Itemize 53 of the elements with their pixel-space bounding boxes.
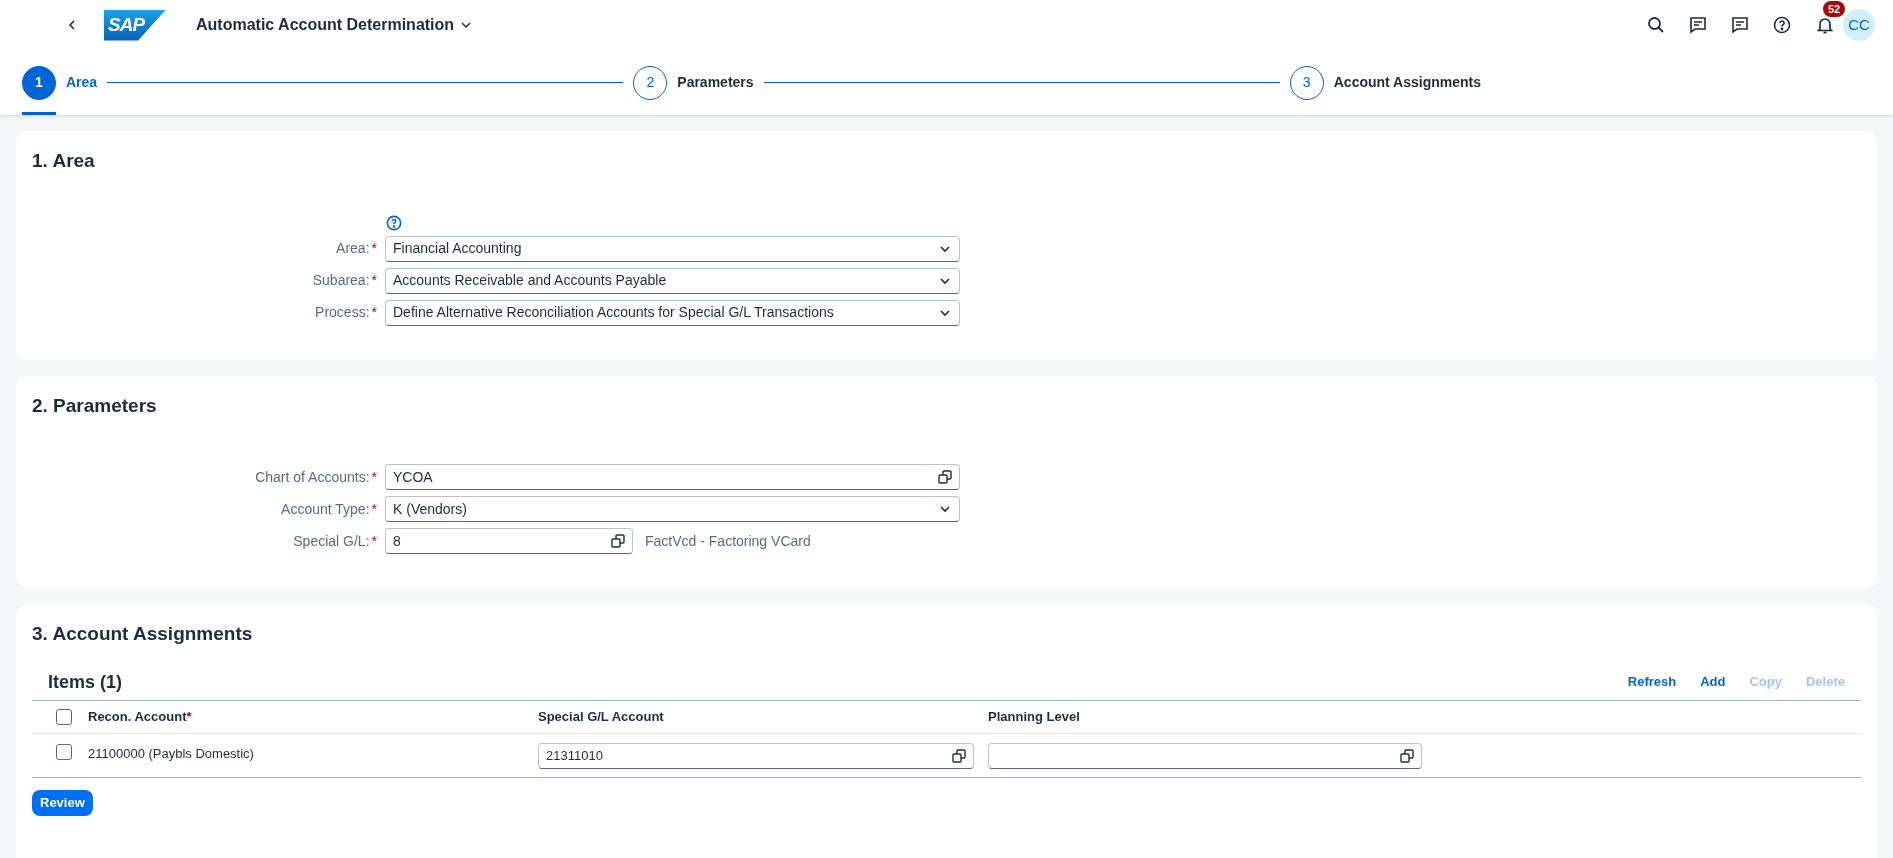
input-field[interactable]: 21311010 xyxy=(538,742,974,769)
required-mark: * xyxy=(186,708,192,724)
input-field[interactable] xyxy=(988,742,1422,769)
dropdown-field[interactable]: Accounts Receivable and Accounts Payable xyxy=(385,267,960,294)
notification-badge: 52 xyxy=(1823,1,1846,17)
value-help-icon[interactable] xyxy=(611,534,625,548)
dropdown-field[interactable]: K (Vendors) xyxy=(385,496,960,522)
input-field[interactable]: YCOA xyxy=(385,464,960,490)
checkbox[interactable] xyxy=(56,708,72,725)
value-help-icon[interactable] xyxy=(952,748,966,763)
field-label: Special G/L: xyxy=(293,531,370,551)
wizard-step[interactable]: 1 Area xyxy=(22,50,98,115)
sap-logo[interactable]: SAP xyxy=(104,9,166,41)
bell-icon[interactable] xyxy=(1817,16,1833,34)
field-label: Account Type: xyxy=(281,499,370,519)
toolbar-button[interactable]: Refresh xyxy=(1627,672,1677,692)
dropdown-field[interactable]: Financial Accounting xyxy=(385,235,960,262)
column-header: Planning Level xyxy=(988,708,1080,724)
section-title: 2. Parameters xyxy=(32,393,158,418)
chat-icon[interactable] xyxy=(1731,16,1749,34)
value-help-icon[interactable] xyxy=(1400,748,1414,763)
section-title: 1. Area xyxy=(32,149,96,173)
required-mark: * xyxy=(371,499,377,519)
required-mark: * xyxy=(371,531,377,551)
required-mark: * xyxy=(371,303,377,322)
user-avatar[interactable]: CC xyxy=(1843,9,1875,41)
review-button[interactable]: Review xyxy=(32,789,93,816)
search-icon[interactable] xyxy=(1647,16,1665,34)
field-label: Area: xyxy=(336,239,370,258)
input-field[interactable]: 8 xyxy=(385,528,633,554)
value-help-icon[interactable] xyxy=(938,470,952,484)
app-title-menu[interactable]: Automatic Account Determination xyxy=(196,13,473,37)
field-label: Chart of Accounts: xyxy=(255,467,370,487)
help-icon[interactable] xyxy=(1773,16,1791,34)
required-mark: * xyxy=(371,239,377,258)
checkbox[interactable] xyxy=(56,743,72,760)
chat-icon[interactable] xyxy=(1689,16,1707,34)
required-mark: * xyxy=(371,467,377,487)
field-description: FactVcd - Factoring VCard xyxy=(645,531,811,551)
field-label: Process: xyxy=(315,303,370,322)
table-cell: 21100000 (Paybls Domestic) xyxy=(88,745,254,761)
column-header: Special G/L Account xyxy=(538,708,664,724)
required-mark: * xyxy=(371,271,377,290)
field-label: Subarea: xyxy=(312,271,370,290)
wizard-step[interactable]: 3 Account Assignments xyxy=(1289,50,1481,115)
wizard-step[interactable]: 2 Parameters xyxy=(633,50,754,115)
dropdown-field[interactable]: Define Alternative Reconciliation Accounts for Special G/L Transactions xyxy=(385,299,960,326)
chevron-down-icon xyxy=(460,19,473,31)
column-header: Recon. Account xyxy=(88,708,187,724)
section-title: 3. Account Assignments xyxy=(32,622,254,646)
toolbar-button[interactable]: Add xyxy=(1700,672,1726,692)
back-icon xyxy=(66,19,78,31)
table-title: Items (1) xyxy=(48,670,123,694)
